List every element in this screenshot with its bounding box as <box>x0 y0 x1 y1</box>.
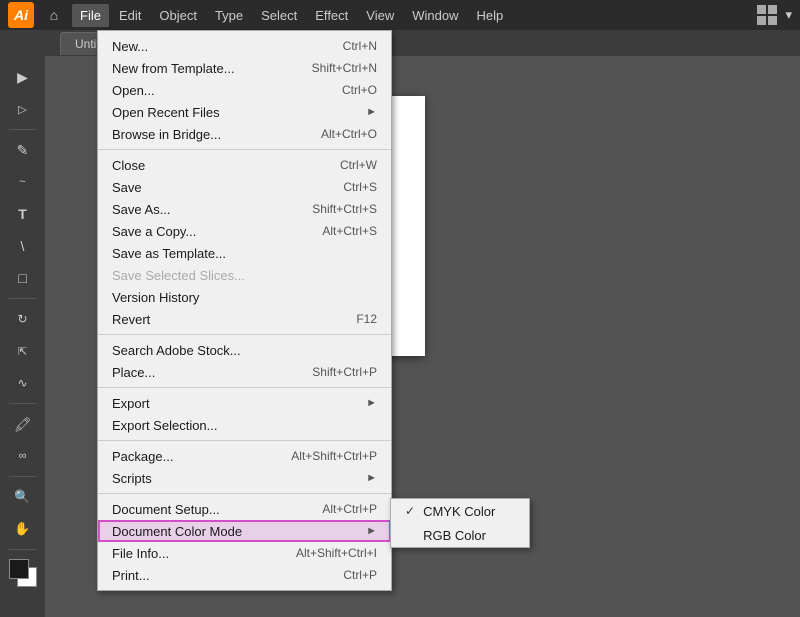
tool-zoom[interactable]: 🔍 <box>8 482 38 512</box>
menu-close[interactable]: Close Ctrl+W <box>98 154 391 176</box>
menu-select[interactable]: Select <box>253 4 305 27</box>
ai-logo: Ai <box>8 2 34 28</box>
check-placeholder: ✓ <box>405 528 415 542</box>
menu-section-4: Export ► Export Selection... <box>98 388 391 441</box>
menu-effect[interactable]: Effect <box>307 4 356 27</box>
menu-browse-bridge[interactable]: Browse in Bridge... Alt+Ctrl+O <box>98 123 391 145</box>
home-button[interactable]: ⌂ <box>42 3 66 27</box>
menu-export[interactable]: Export ► <box>98 392 391 414</box>
tool-hand[interactable]: ✋ <box>8 514 38 544</box>
tool-pen[interactable]: ✎ <box>8 135 38 165</box>
file-dropdown-menu: New... Ctrl+N New from Template... Shift… <box>97 30 392 591</box>
menu-document-setup[interactable]: Document Setup... Alt+Ctrl+P <box>98 498 391 520</box>
menu-section-6: Document Setup... Alt+Ctrl+P Document Co… <box>98 494 391 590</box>
tool-scale[interactable]: ⇱ <box>8 336 38 366</box>
menu-open-recent[interactable]: Open Recent Files ► <box>98 101 391 123</box>
tool-type[interactable]: T <box>8 199 38 229</box>
menu-print[interactable]: Print... Ctrl+P <box>98 564 391 586</box>
menu-section-5: Package... Alt+Shift+Ctrl+P Scripts ► <box>98 441 391 494</box>
menu-new[interactable]: New... Ctrl+N <box>98 35 391 57</box>
menubar: Ai ⌂ File Edit Object Type Select Effect… <box>0 0 800 30</box>
menu-scripts[interactable]: Scripts ► <box>98 467 391 489</box>
tool-separator-1 <box>9 129 37 130</box>
menu-save-template[interactable]: Save as Template... <box>98 242 391 264</box>
tool-separator-4 <box>9 476 37 477</box>
menu-document-color-mode[interactable]: Document Color Mode ► <box>98 520 391 542</box>
menu-revert[interactable]: Revert F12 <box>98 308 391 330</box>
color-swatches[interactable] <box>9 559 37 587</box>
menu-open[interactable]: Open... Ctrl+O <box>98 79 391 101</box>
menu-search-stock[interactable]: Search Adobe Stock... <box>98 339 391 361</box>
menu-section-1: New... Ctrl+N New from Template... Shift… <box>98 31 391 150</box>
menu-section-2: Close Ctrl+W Save Ctrl+S Save As... Shif… <box>98 150 391 335</box>
tool-separator-2 <box>9 298 37 299</box>
tool-separator-5 <box>9 549 37 550</box>
tool-line[interactable]: \ <box>8 231 38 261</box>
tool-eyedropper[interactable]: 🖍 <box>8 409 38 439</box>
menu-file-info[interactable]: File Info... Alt+Shift+Ctrl+I <box>98 542 391 564</box>
menu-save-as[interactable]: Save As... Shift+Ctrl+S <box>98 198 391 220</box>
check-icon: ✓ <box>405 504 415 518</box>
menu-section-3: Search Adobe Stock... Place... Shift+Ctr… <box>98 335 391 388</box>
toolbar: ▶ ▷ ✎ ~ T \ □ ↻ ⇱ ∿ 🖍 ∞ 🔍 ✋ <box>0 56 45 617</box>
tool-blend[interactable]: ∞ <box>8 441 38 471</box>
submenu-cmyk[interactable]: ✓ CMYK Color <box>391 499 529 523</box>
menu-file[interactable]: File <box>72 4 109 27</box>
tool-rect[interactable]: □ <box>8 263 38 293</box>
menu-new-from-template[interactable]: New from Template... Shift+Ctrl+N <box>98 57 391 79</box>
menu-right: ▾ <box>757 5 792 25</box>
tool-select[interactable]: ▶ <box>8 62 38 92</box>
menu-type[interactable]: Type <box>207 4 251 27</box>
menu-save[interactable]: Save Ctrl+S <box>98 176 391 198</box>
menu-version-history[interactable]: Version History <box>98 286 391 308</box>
menu-package[interactable]: Package... Alt+Shift+Ctrl+P <box>98 445 391 467</box>
menu-place[interactable]: Place... Shift+Ctrl+P <box>98 361 391 383</box>
menu-object[interactable]: Object <box>151 4 205 27</box>
stroke-color[interactable] <box>9 559 29 579</box>
tool-direct-select[interactable]: ▷ <box>8 94 38 124</box>
tool-separator-3 <box>9 403 37 404</box>
menu-help[interactable]: Help <box>468 4 511 27</box>
workspace-icon <box>757 5 777 25</box>
tool-rotate[interactable]: ↻ <box>8 304 38 334</box>
menu-window[interactable]: Window <box>404 4 466 27</box>
workspace-arrow: ▾ <box>785 7 792 23</box>
submenu-rgb[interactable]: ✓ RGB Color <box>391 523 529 547</box>
tool-curvature[interactable]: ~ <box>8 167 38 197</box>
menu-view[interactable]: View <box>358 4 402 27</box>
menu-save-copy[interactable]: Save a Copy... Alt+Ctrl+S <box>98 220 391 242</box>
color-mode-submenu: ✓ CMYK Color ✓ RGB Color <box>390 498 530 548</box>
tool-warp[interactable]: ∿ <box>8 368 38 398</box>
menu-export-selection[interactable]: Export Selection... <box>98 414 391 436</box>
menu-save-slices: Save Selected Slices... <box>98 264 391 286</box>
menu-edit[interactable]: Edit <box>111 4 149 27</box>
